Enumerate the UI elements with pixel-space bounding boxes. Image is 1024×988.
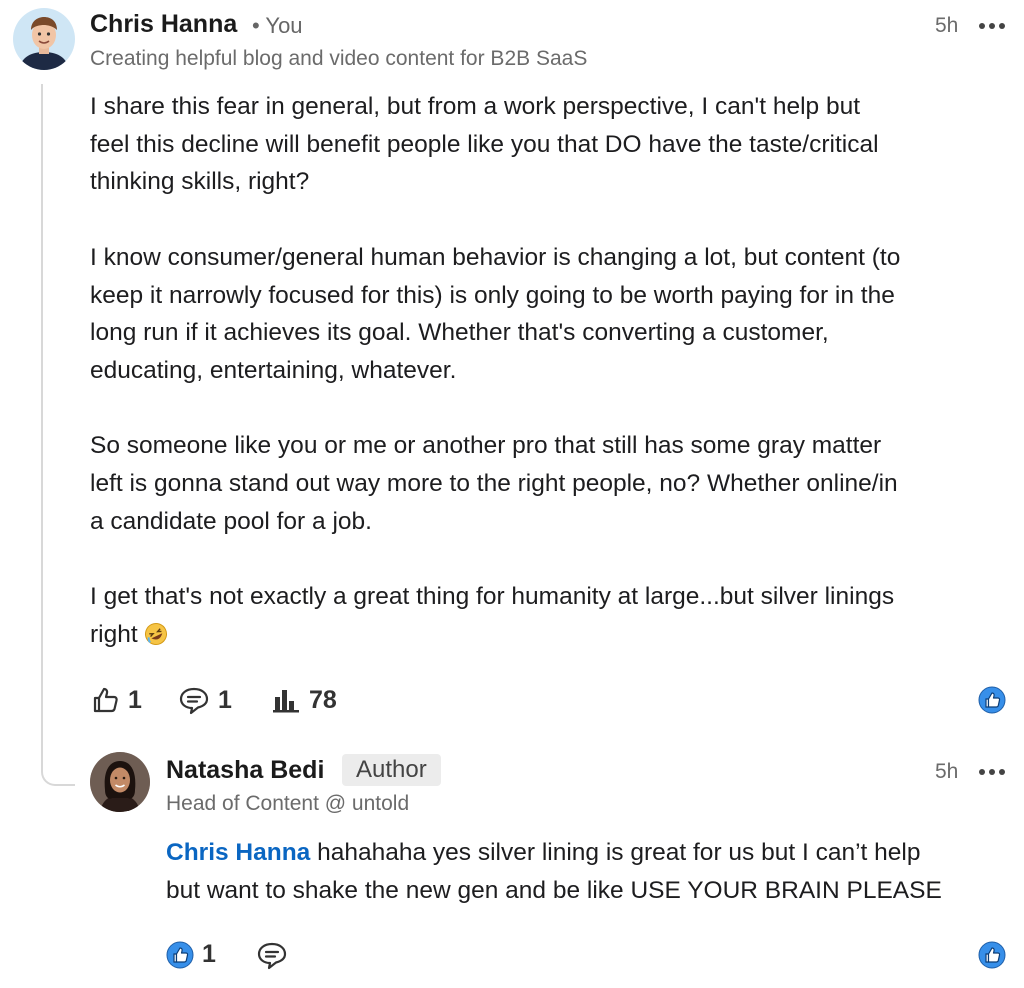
commenter-headline: Creating helpful blog and video content … <box>90 47 588 70</box>
comment-paragraph-4: I get that's not exactly a great thing f… <box>90 578 900 653</box>
comment-line: keep it narrowly focused for this) is on… <box>90 281 895 309</box>
comment-line: I share this fear in general, but from a… <box>90 93 861 120</box>
reply-count: 1 <box>218 685 232 714</box>
reply-more-options-icon[interactable] <box>978 765 1006 783</box>
commenter-avatar[interactable] <box>13 8 75 70</box>
reply-line: hahahaha yes silver lining is great for … <box>310 839 921 866</box>
mention-link[interactable]: Chris Hanna <box>166 839 310 866</box>
comment-line: So someone like you or me or another pro… <box>90 432 882 460</box>
comment-paragraph-3: So someone like you or me or another pro… <box>90 427 900 540</box>
replier-headline: Head of Content @ untold <box>166 792 410 815</box>
reaction-like-icon[interactable] <box>978 686 1006 719</box>
you-label: • You <box>252 13 303 38</box>
comment-line: long run if it achieves its goal. Whethe… <box>90 319 829 347</box>
reply-button[interactable]: 1 <box>178 685 232 715</box>
comment-bubble-icon <box>256 940 288 970</box>
comment-line: a candidate pool for a job. <box>90 507 372 535</box>
comment-line: feel this decline will benefit people li… <box>90 130 879 158</box>
reply-like-button[interactable]: 1 <box>166 940 216 969</box>
comment-timestamp: 5h <box>935 14 959 37</box>
impressions-button[interactable]: 78 <box>271 685 337 715</box>
bar-chart-icon <box>271 685 301 715</box>
commenter-name[interactable]: Chris Hanna <box>90 10 237 39</box>
reply-reaction-like-icon[interactable] <box>978 941 1006 974</box>
like-count: 1 <box>128 685 142 714</box>
author-badge: Author <box>342 754 441 786</box>
reply-line: but want to shake the new gen and be lik… <box>166 876 942 904</box>
comment-bubble-icon <box>178 685 210 715</box>
reply-reply-button[interactable] <box>256 940 288 970</box>
thread-connector <box>41 84 75 786</box>
impressions-count: 78 <box>309 685 337 714</box>
replier-name[interactable]: Natasha Bedi <box>166 756 324 785</box>
more-options-icon[interactable] <box>978 19 1006 37</box>
like-reaction-icon <box>166 941 194 969</box>
thumbs-up-icon <box>90 685 120 715</box>
comment-body: I share this fear in general, but from a… <box>90 88 900 654</box>
reply-timestamp: 5h <box>935 760 959 783</box>
comment-line: I know consumer/general human behavior i… <box>90 243 901 271</box>
comment-line: thinking skills, right? <box>90 168 310 196</box>
comment-line: I get that's not exactly a great thing f… <box>90 583 895 611</box>
comment-line: educating, entertaining, whatever. <box>90 356 457 384</box>
reply-like-count: 1 <box>202 940 216 968</box>
comment-paragraph-1: I share this fear in general, but from a… <box>90 88 900 201</box>
rolling-laughing-emoji-icon <box>144 620 168 645</box>
comment-line: left is gonna stand out way more to the … <box>90 470 898 497</box>
replier-avatar[interactable] <box>90 752 150 812</box>
reply-body: Chris Hanna hahahaha yes silver lining i… <box>166 834 942 909</box>
comment-line: right <box>90 620 138 648</box>
like-button[interactable]: 1 <box>90 685 142 715</box>
comment-paragraph-2: I know consumer/general human behavior i… <box>90 239 900 390</box>
